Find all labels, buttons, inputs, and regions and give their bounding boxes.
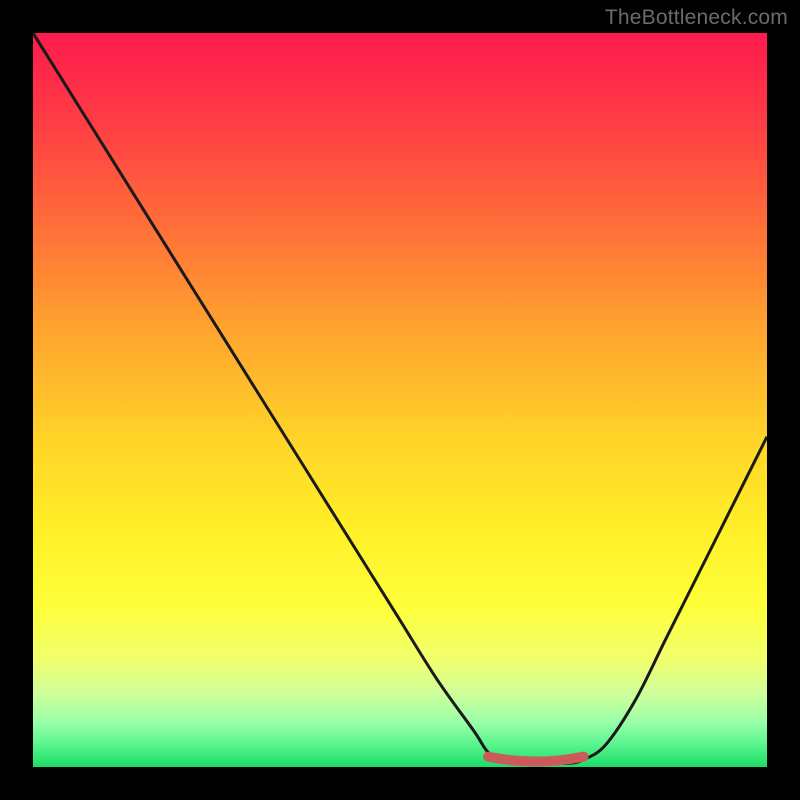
plot-area [33,33,767,767]
curve-path [33,33,767,764]
chart-frame: TheBottleneck.com [0,0,800,800]
marker-path [488,757,583,762]
bottleneck-curve [33,33,767,767]
watermark-text: TheBottleneck.com [605,6,788,30]
